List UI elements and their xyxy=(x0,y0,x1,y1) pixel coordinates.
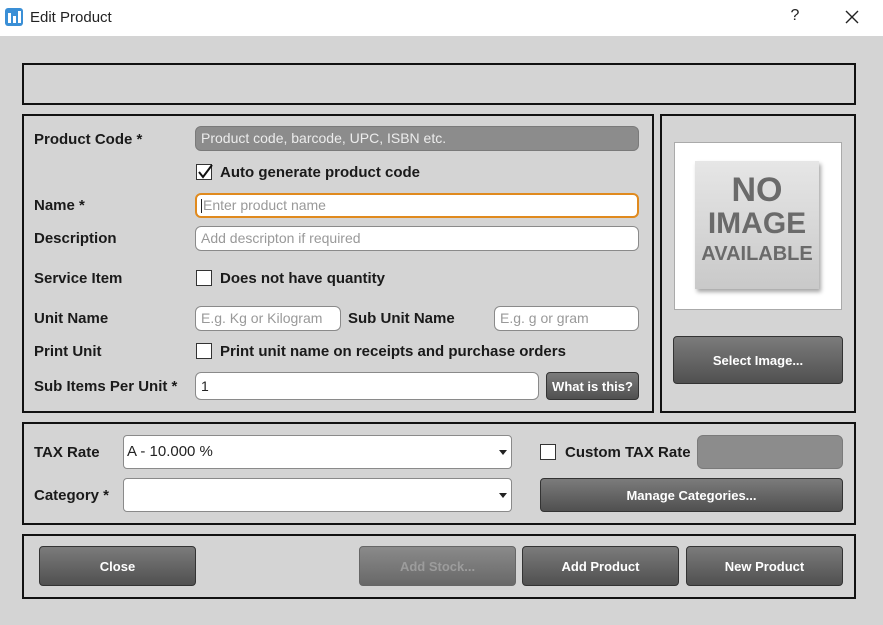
name-placeholder: Enter product name xyxy=(203,197,326,213)
what-is-this-button[interactable]: What is this? xyxy=(546,372,639,400)
tax-rate-select[interactable]: A - 10.000 % xyxy=(123,435,512,469)
service-item-label: Service Item xyxy=(34,270,123,287)
close-icon xyxy=(845,10,859,24)
auto-generate-label[interactable]: Auto generate product code xyxy=(220,164,420,181)
dropdown-arrow-icon xyxy=(499,493,507,498)
header-strip xyxy=(22,63,856,105)
close-window-button[interactable] xyxy=(841,6,863,28)
description-input[interactable]: Add descripton if required xyxy=(195,226,639,251)
tax-rate-value: A - 10.000 % xyxy=(127,443,213,460)
product-code-placeholder: Product code, barcode, UPC, ISBN etc. xyxy=(201,130,447,146)
product-code-label: Product Code * xyxy=(34,131,143,148)
dropdown-arrow-icon xyxy=(499,450,507,455)
no-image-line-2: IMAGE xyxy=(707,207,807,240)
help-button[interactable]: ? xyxy=(787,7,803,25)
unit-name-label: Unit Name xyxy=(34,310,109,327)
checkmark-icon xyxy=(198,164,213,179)
no-image-placeholder: NO IMAGE AVAILABLE xyxy=(695,161,819,289)
custom-tax-input xyxy=(697,435,843,469)
new-product-button[interactable]: New Product xyxy=(686,546,843,586)
category-select[interactable] xyxy=(123,478,512,512)
text-caret xyxy=(201,199,202,214)
print-unit-checkbox[interactable] xyxy=(196,343,212,359)
unit-name-input[interactable]: E.g. Kg or Kilogram xyxy=(195,306,341,331)
unit-name-placeholder: E.g. Kg or Kilogram xyxy=(201,310,323,326)
sub-unit-name-input[interactable]: E.g. g or gram xyxy=(494,306,639,331)
sub-unit-name-placeholder: E.g. g or gram xyxy=(500,310,589,326)
product-details-panel xyxy=(22,114,654,413)
title-bar: Edit Product ? xyxy=(0,0,883,36)
product-image: NO IMAGE AVAILABLE xyxy=(674,142,842,310)
window-title: Edit Product xyxy=(30,9,112,26)
name-input[interactable]: Enter product name xyxy=(195,193,639,218)
no-image-line-3: AVAILABLE xyxy=(701,243,813,265)
description-placeholder: Add descripton if required xyxy=(201,230,361,246)
sub-items-value: 1 xyxy=(201,378,209,394)
sub-items-label: Sub Items Per Unit * xyxy=(34,378,178,395)
name-label: Name * xyxy=(34,197,85,214)
app-icon xyxy=(5,8,23,26)
close-button[interactable]: Close xyxy=(39,546,196,586)
sub-items-input[interactable]: 1 xyxy=(195,372,539,400)
custom-tax-checkbox[interactable] xyxy=(540,444,556,460)
service-item-checkbox[interactable] xyxy=(196,270,212,286)
add-product-button[interactable]: Add Product xyxy=(522,546,679,586)
product-code-input: Product code, barcode, UPC, ISBN etc. xyxy=(195,126,639,151)
service-item-checkbox-label[interactable]: Does not have quantity xyxy=(220,270,385,287)
category-label: Category * xyxy=(34,487,110,504)
select-image-button[interactable]: Select Image... xyxy=(673,336,843,384)
print-unit-checkbox-label[interactable]: Print unit name on receipts and purchase… xyxy=(220,343,566,360)
add-stock-button: Add Stock... xyxy=(359,546,516,586)
description-label: Description xyxy=(34,230,117,247)
no-image-line-1: NO xyxy=(731,171,783,209)
custom-tax-label[interactable]: Custom TAX Rate xyxy=(565,444,691,461)
print-unit-label: Print Unit xyxy=(34,343,102,360)
sub-unit-name-label: Sub Unit Name xyxy=(348,310,455,327)
manage-categories-button[interactable]: Manage Categories... xyxy=(540,478,843,512)
auto-generate-checkbox[interactable] xyxy=(196,164,213,180)
tax-rate-label: TAX Rate xyxy=(34,444,100,461)
